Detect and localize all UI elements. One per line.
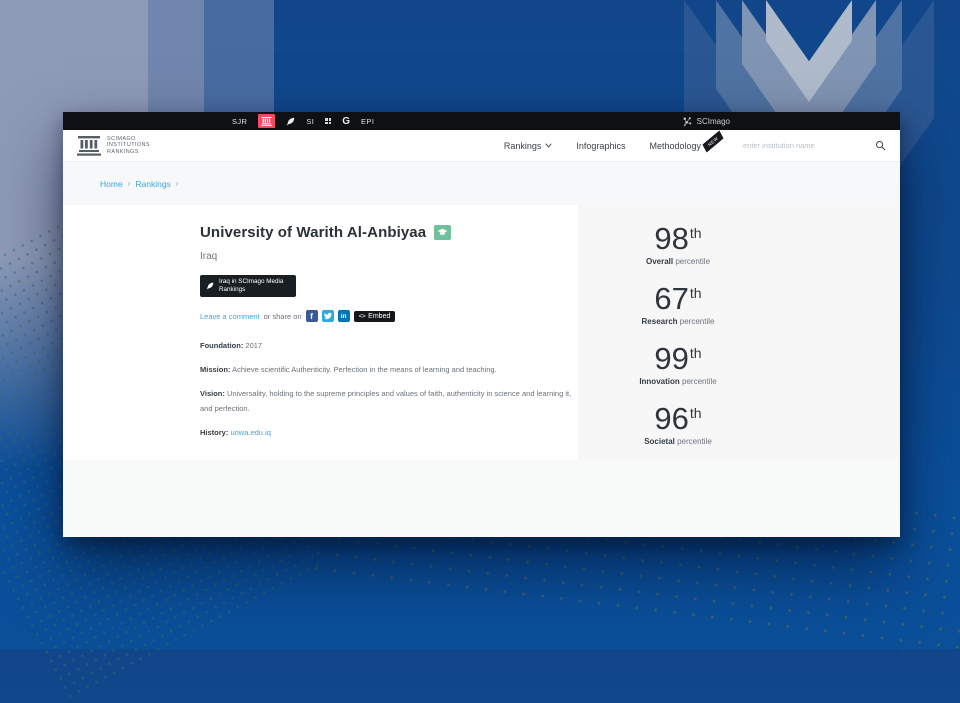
- institution-panel: University of Warith Al-Anbiyaa Iraq Ira…: [63, 205, 578, 460]
- percentiles-rail: 98th Overall percentile 67th Research pe…: [578, 205, 900, 460]
- columns-icon: [77, 136, 101, 156]
- mission-field: Mission: Achieve scientific Authenticity…: [200, 362, 584, 377]
- breadcrumb: Home › Rankings ›: [63, 162, 900, 205]
- products-topbar: SJR SI G EPI SCImago: [63, 112, 900, 130]
- share-row: Leave a comment or share on f in <> Embe…: [200, 310, 578, 322]
- search-icon[interactable]: [875, 140, 886, 151]
- search-input[interactable]: [741, 140, 851, 151]
- history-link[interactable]: uowa.edu.iq: [230, 428, 270, 437]
- scimago-brand-link[interactable]: SCImago: [697, 117, 730, 126]
- new-badge: NEW: [701, 130, 725, 152]
- embed-button[interactable]: <> Embed: [354, 311, 396, 322]
- institution-details: Foundation: 2017 Mission: Achieve scient…: [200, 338, 578, 440]
- share-on-label: or share on: [264, 312, 302, 321]
- logo-wordmark: SCIMAGO INSTITUTIONS RANKINGS: [107, 136, 150, 156]
- country-label: Iraq: [200, 251, 578, 262]
- nav-methodology[interactable]: Methodology NEW: [649, 141, 717, 151]
- code-icon: <>: [359, 313, 366, 320]
- si-link[interactable]: SI: [306, 117, 314, 126]
- breadcrumb-rankings[interactable]: Rankings: [135, 179, 170, 189]
- breadcrumb-separator: ›: [128, 179, 131, 188]
- twitter-share-button[interactable]: [322, 310, 334, 322]
- main-nav: Rankings Infographics Methodology NEW: [504, 140, 886, 151]
- columns-icon: [261, 117, 272, 126]
- graphica-link[interactable]: G: [342, 116, 350, 127]
- apps-grid-icon[interactable]: [325, 118, 331, 124]
- nav-rankings[interactable]: Rankings: [504, 141, 553, 151]
- foundation-field: Foundation: 2017: [200, 338, 584, 353]
- main-content: University of Warith Al-Anbiyaa Iraq Ira…: [63, 205, 900, 460]
- societal-percentile: 96th Societal percentile: [578, 398, 778, 458]
- site-header: SCIMAGO INSTITUTIONS RANKINGS Rankings I…: [63, 130, 900, 162]
- vision-field: Vision: Universality, holding to the sup…: [200, 386, 584, 416]
- innovation-percentile: 99th Innovation percentile: [578, 338, 778, 398]
- twitter-bird-icon: [324, 312, 332, 320]
- overall-percentile: 98th Overall percentile: [578, 218, 778, 278]
- research-percentile: 67th Research percentile: [578, 278, 778, 338]
- breadcrumb-home[interactable]: Home: [100, 179, 123, 189]
- sir-logo[interactable]: SCIMAGO INSTITUTIONS RANKINGS: [77, 136, 150, 156]
- browser-page: SJR SI G EPI SCImago: [63, 112, 900, 537]
- page-title: University of Warith Al-Anbiyaa: [200, 224, 578, 241]
- quill-icon: [206, 282, 214, 290]
- viz-quill-icon[interactable]: [286, 117, 295, 126]
- scimago-lab-icon: [682, 116, 693, 127]
- history-field: History: uowa.edu.iq: [200, 425, 584, 440]
- facebook-share-button[interactable]: f: [306, 310, 318, 322]
- sjr-link[interactable]: SJR: [232, 117, 247, 126]
- higher-education-badge: [434, 225, 451, 240]
- chevron-down-icon: [545, 143, 552, 148]
- sir-active-tab[interactable]: [258, 114, 275, 128]
- footer-band: [63, 460, 900, 537]
- epi-link[interactable]: EPI: [361, 117, 374, 126]
- breadcrumb-separator: ›: [176, 179, 179, 188]
- linkedin-share-button[interactable]: in: [338, 310, 350, 322]
- nav-infographics[interactable]: Infographics: [576, 141, 625, 151]
- leave-comment-link[interactable]: Leave a comment: [200, 312, 260, 321]
- media-rankings-button[interactable]: Iraq in SCImago Media Rankings: [200, 275, 296, 297]
- graduation-cap-icon: [437, 228, 448, 237]
